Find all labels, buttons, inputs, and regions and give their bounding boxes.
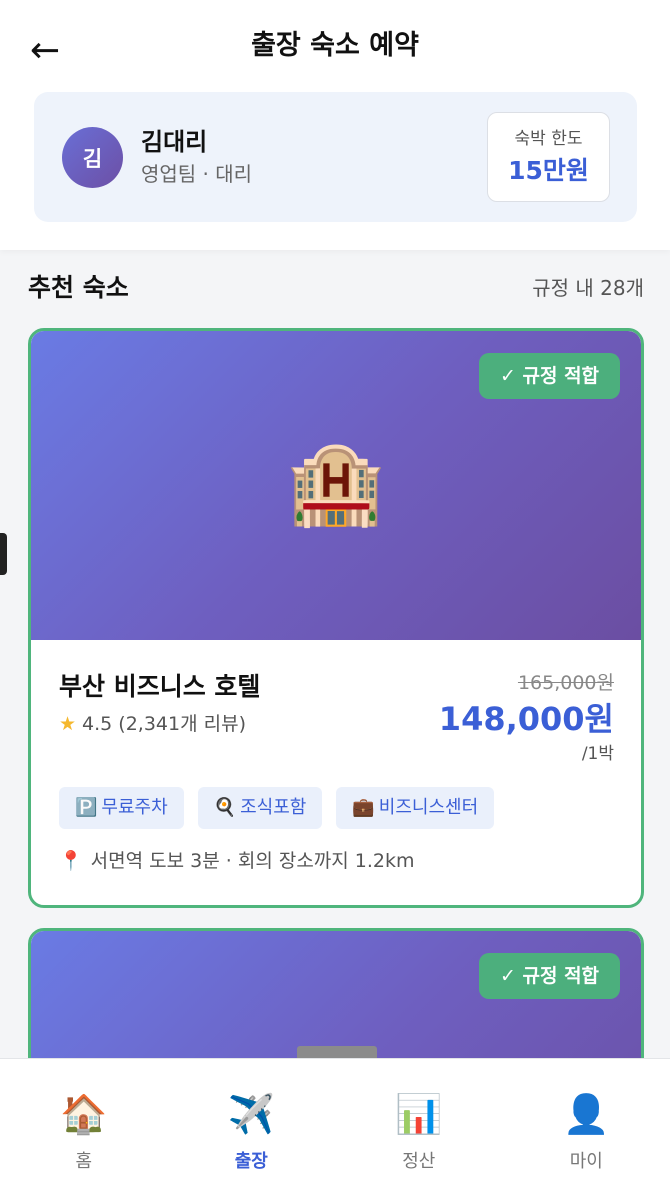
amenity-tags: 🅿️ 무료주차 🍳 조식포함 💼 비즈니스센터 (59, 787, 495, 829)
user-icon: 👤 (562, 1092, 610, 1136)
amenity-tag-business-center: 💼 비즈니스센터 (336, 787, 495, 829)
nav-item-home[interactable]: 🏠 홈 (0, 1059, 168, 1200)
user-department: 영업팀 · 대리 (141, 162, 253, 186)
hotel-card[interactable]: ✓ 규정 적합 🏨 부산 비즈니스 호텔 ★ 4.5 (2,341개 리뷰) 16… (28, 328, 644, 908)
side-handle[interactable] (0, 533, 7, 575)
parking-icon: 🅿️ (75, 797, 98, 818)
hotel-rating: ★ 4.5 (2,341개 리뷰) (59, 709, 246, 739)
policy-compliant-badge: ✓ 규정 적합 (479, 953, 620, 999)
nav-label: 마이 (569, 1151, 603, 1172)
section-title: 추천 숙소 (28, 273, 129, 302)
nav-label: 홈 (75, 1151, 93, 1172)
location-text: 서면역 도보 3분 · 회의 장소까지 1.2km (90, 850, 415, 872)
discounted-price: 148,000원 (438, 700, 614, 738)
price-unit: /1박 (581, 744, 614, 764)
location-pin-icon: 📍 (59, 850, 83, 872)
hotel-location: 📍 서면역 도보 3분 · 회의 장소까지 1.2km (59, 846, 415, 876)
traveler-profile-card: 김 김대리 영업팀 · 대리 숙박 한도 15만원 (34, 92, 637, 222)
nav-item-trip[interactable]: ✈️ 출장 (168, 1059, 336, 1200)
hotel-icon: 🏨 (286, 436, 386, 529)
avatar: 김 (62, 127, 123, 188)
bottom-navigation: 🏠 홈 ✈️ 출장 📊 정산 👤 마이 (0, 1058, 670, 1200)
nav-item-settlement[interactable]: 📊 정산 (335, 1059, 503, 1200)
section-count: 규정 내 28개 (532, 276, 644, 300)
page-title: 출장 숙소 예약 (251, 30, 419, 61)
rating-text: 4.5 (2,341개 리뷰) (82, 713, 247, 735)
breakfast-icon: 🍳 (213, 797, 237, 818)
amenity-label: 조식포함 (240, 797, 307, 818)
hotel-image: ✓ 규정 적합 🏨 (31, 331, 641, 640)
policy-compliant-badge: ✓ 규정 적합 (479, 353, 620, 399)
limit-label: 숙박 한도 (514, 129, 583, 149)
nav-item-my[interactable]: 👤 마이 (503, 1059, 670, 1200)
nav-label: 정산 (402, 1151, 436, 1172)
star-icon: ★ (59, 713, 77, 735)
amenity-label: 무료주차 (101, 797, 168, 818)
home-icon: 🏠 (60, 1092, 108, 1136)
airplane-icon: ✈️ (227, 1092, 275, 1136)
briefcase-icon: 💼 (352, 797, 375, 818)
chart-icon: 📊 (395, 1092, 443, 1136)
lodging-limit-box: 숙박 한도 15만원 (487, 112, 610, 202)
hotel-name: 부산 비즈니스 호텔 (59, 672, 261, 701)
original-price: 165,000원 (517, 672, 614, 694)
amenity-tag-breakfast: 🍳 조식포함 (197, 787, 323, 829)
amenity-label: 비즈니스센터 (378, 797, 479, 818)
limit-value: 15만원 (508, 156, 589, 185)
user-name: 김대리 (141, 128, 208, 156)
nav-label: 출장 (234, 1151, 268, 1172)
app-header: ← 출장 숙소 예약 김 김대리 영업팀 · 대리 숙박 한도 15만원 (0, 0, 670, 250)
amenity-tag-parking: 🅿️ 무료주차 (59, 787, 184, 829)
